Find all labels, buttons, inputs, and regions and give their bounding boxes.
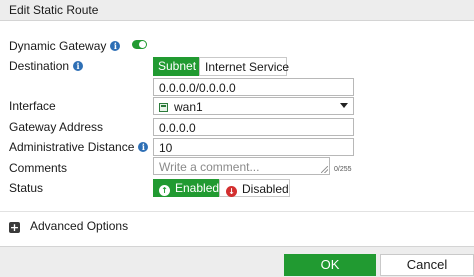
destination-subnet-tab[interactable]: Subnet (153, 57, 199, 76)
gateway-address-label: Gateway Address (9, 120, 104, 134)
status-enabled-label: Enabled (175, 181, 220, 195)
admin-distance-input[interactable]: 10 (153, 138, 354, 156)
interface-select[interactable]: wan1 (153, 97, 354, 115)
chevron-down-icon (340, 103, 348, 108)
destination-label: Destination (9, 59, 70, 73)
dialog-footer: OK Cancel (0, 246, 474, 277)
status-enabled-button[interactable]: ↑ Enabled (153, 179, 219, 197)
plus-square-icon: + (9, 221, 20, 234)
admin-distance-label: Administrative Distance (9, 140, 135, 154)
resize-grip-icon[interactable] (321, 166, 328, 173)
x-circle-icon: ↓ (226, 186, 237, 197)
status-disabled-label: Disabled (242, 182, 289, 196)
comments-label: Comments (9, 161, 68, 175)
check-circle-icon: ↑ (159, 185, 170, 196)
dynamic-gateway-row: Dynamic Gateway i (9, 39, 121, 53)
admin-distance-row: Administrative Distance i (9, 140, 149, 154)
status-label: Status (9, 181, 44, 195)
status-disabled-button[interactable]: ↓ Disabled (219, 179, 290, 197)
advanced-options-toggle[interactable]: + Advanced Options (9, 219, 128, 233)
info-icon[interactable]: i (138, 142, 149, 152)
advanced-options-label: Advanced Options (30, 219, 129, 233)
comments-char-counter: 0/255 (334, 166, 352, 173)
info-icon[interactable]: i (73, 61, 84, 71)
dynamic-gateway-label: Dynamic Gateway (9, 39, 107, 53)
comments-textarea[interactable]: Write a comment... (153, 157, 330, 175)
ok-button[interactable]: OK (284, 254, 376, 276)
dialog-title: Edit Static Route (0, 0, 474, 21)
toggle-knob (139, 41, 146, 48)
cancel-button[interactable]: Cancel (380, 254, 474, 276)
destination-internet-service-tab[interactable]: Internet Service (199, 57, 289, 76)
interface-label: Interface (9, 99, 56, 113)
interface-port-icon (159, 103, 168, 112)
dynamic-gateway-toggle[interactable] (132, 40, 147, 49)
interface-value: wan1 (174, 100, 203, 114)
destination-subnet-input[interactable]: 0.0.0.0/0.0.0.0 (153, 78, 354, 96)
section-divider (0, 211, 474, 212)
destination-row: Destination i (9, 59, 84, 73)
info-icon[interactable]: i (110, 41, 121, 51)
gateway-address-input[interactable]: 0.0.0.0 (153, 118, 354, 136)
comments-placeholder: Write a comment... (159, 160, 260, 174)
